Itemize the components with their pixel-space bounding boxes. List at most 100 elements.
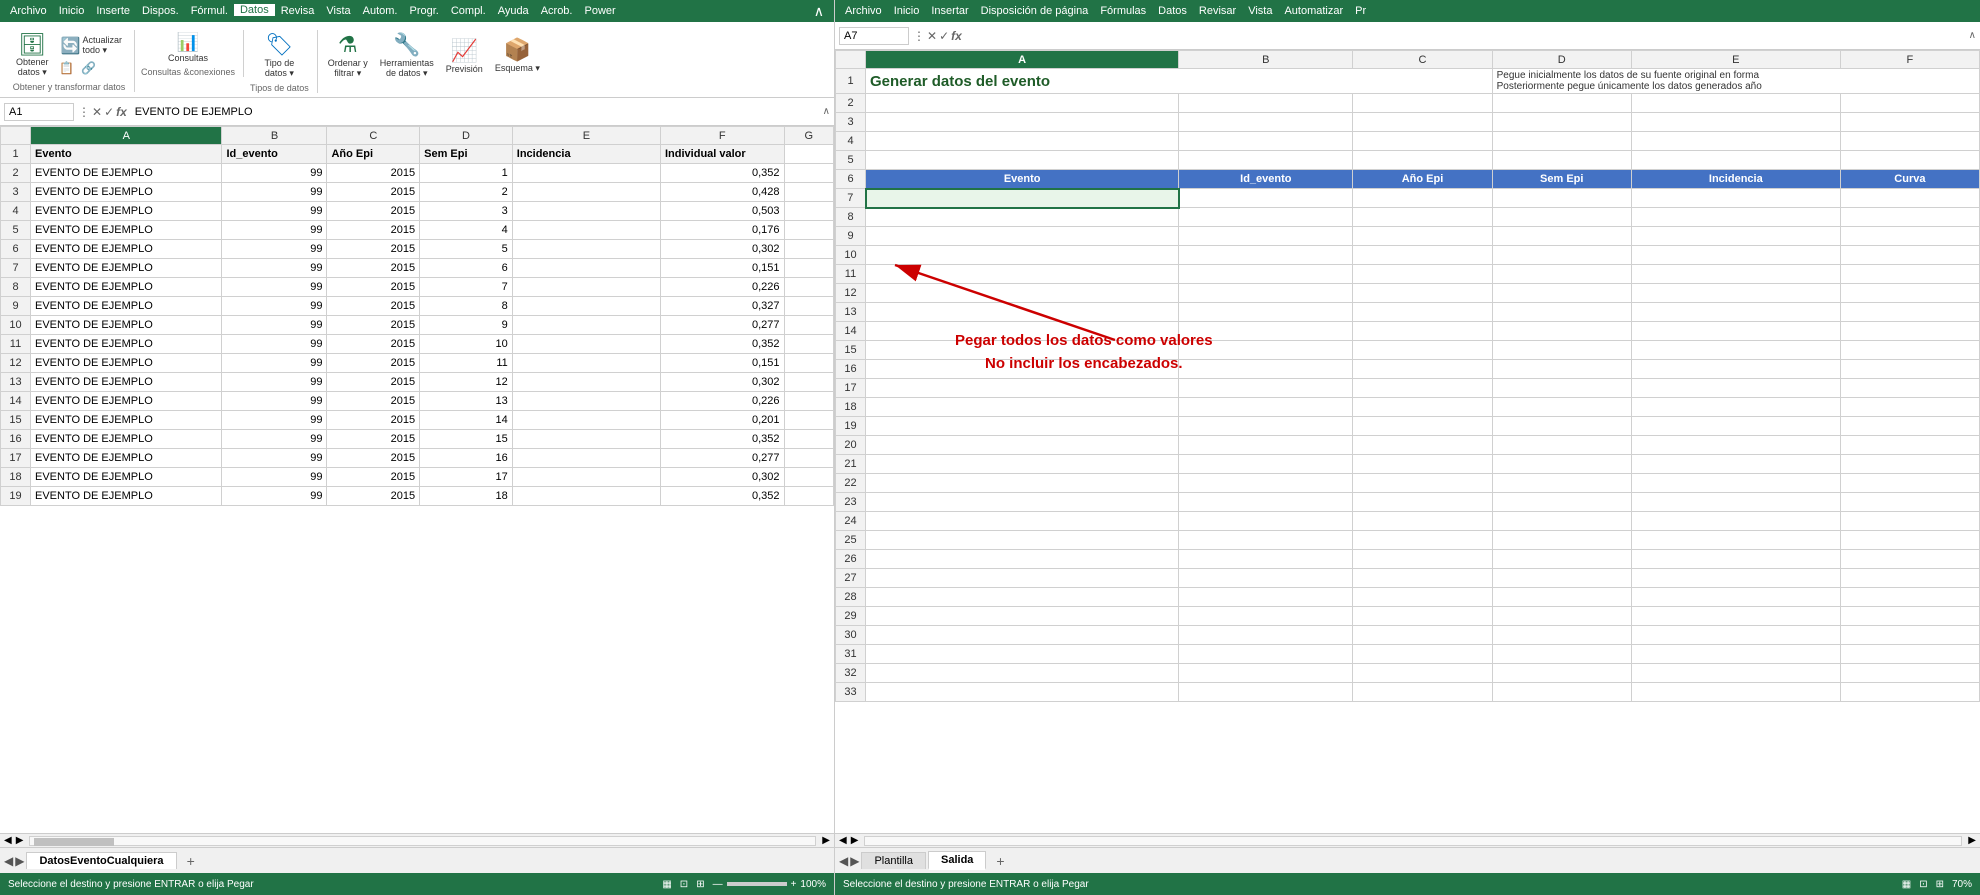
r-cell-27-2[interactable]: [1353, 569, 1492, 588]
left-cell-7-5[interactable]: 0,151: [661, 259, 785, 278]
r-scrollbar-track[interactable]: [864, 836, 1962, 846]
left-cell-3-1[interactable]: 99: [222, 183, 327, 202]
r-cell-15-2[interactable]: [1353, 341, 1492, 360]
r-cell-2-5[interactable]: [1840, 94, 1979, 113]
r-cell-28-5[interactable]: [1840, 588, 1979, 607]
r-cell-33-4[interactable]: [1631, 683, 1840, 702]
r-cell-13-0[interactable]: [866, 303, 1179, 322]
r-col-header-d[interactable]: D: [1492, 51, 1631, 69]
r-cell-10-3[interactable]: [1492, 246, 1631, 265]
left-cell-15-5[interactable]: 0,201: [661, 411, 785, 430]
col-header-f[interactable]: F: [661, 127, 785, 145]
left-cell-19-5[interactable]: 0,352: [661, 487, 785, 506]
left-cell-10-2[interactable]: 2015: [327, 316, 420, 335]
scroll-right-btn[interactable]: ▶: [818, 835, 834, 846]
r-cell-17-0[interactable]: [866, 379, 1179, 398]
r-cell-9-0[interactable]: [866, 227, 1179, 246]
r-cell-20-5[interactable]: [1840, 436, 1979, 455]
r-cell-11-0[interactable]: [866, 265, 1179, 284]
r-menu-formulas[interactable]: Fórmulas: [1094, 5, 1152, 17]
r-cell-21-5[interactable]: [1840, 455, 1979, 474]
r-cell-23-0[interactable]: [866, 493, 1179, 512]
left-cell-5-1[interactable]: 99: [222, 221, 327, 240]
r-cell-15-4[interactable]: [1631, 341, 1840, 360]
r-cell-17-5[interactable]: [1840, 379, 1979, 398]
col-header-c[interactable]: C: [327, 127, 420, 145]
left-cell-14-3[interactable]: 13: [420, 392, 513, 411]
r-cell-10-2[interactable]: [1353, 246, 1492, 265]
r-cell-15-1[interactable]: [1179, 341, 1353, 360]
r-cell-5-4[interactable]: [1631, 151, 1840, 170]
r-cell-12-2[interactable]: [1353, 284, 1492, 303]
r-cell-26-5[interactable]: [1840, 550, 1979, 569]
nav-prev-btn[interactable]: ◀: [4, 835, 12, 846]
r-cell-32-2[interactable]: [1353, 664, 1492, 683]
r-menu-dispos[interactable]: Disposición de página: [975, 5, 1095, 17]
left-cell-8-4[interactable]: [512, 278, 660, 297]
r-cell-13-3[interactable]: [1492, 303, 1631, 322]
left-cell-2-2[interactable]: 2015: [327, 164, 420, 183]
left-cell-16-3[interactable]: 15: [420, 430, 513, 449]
left-cell-19-1[interactable]: 99: [222, 487, 327, 506]
left-cell-12-1[interactable]: 99: [222, 354, 327, 373]
r-cell-18-1[interactable]: [1179, 398, 1353, 417]
r-nav-sheet-prev[interactable]: ◀: [839, 854, 848, 868]
r-cell-32-0[interactable]: [866, 664, 1179, 683]
r-cell-16-1[interactable]: [1179, 360, 1353, 379]
left-cell-13-4[interactable]: [512, 373, 660, 392]
r-cell-16-2[interactable]: [1353, 360, 1492, 379]
r-cell-31-2[interactable]: [1353, 645, 1492, 664]
r-cell-29-3[interactable]: [1492, 607, 1631, 626]
menu-datos[interactable]: Datos: [234, 4, 275, 18]
left-cell-11-4[interactable]: [512, 335, 660, 354]
r-sheet-tab-add-btn[interactable]: +: [988, 851, 1012, 871]
r-cell-14-4[interactable]: [1631, 322, 1840, 341]
left-cell-5-3[interactable]: 4: [420, 221, 513, 240]
left-cell-13-3[interactable]: 12: [420, 373, 513, 392]
menu-revisa[interactable]: Revisa: [275, 5, 321, 17]
menu-inicio[interactable]: Inicio: [53, 5, 91, 17]
r-menu-datos[interactable]: Datos: [1152, 5, 1193, 17]
r-cell-7-0[interactable]: [866, 189, 1179, 208]
r-cell-27-3[interactable]: [1492, 569, 1631, 588]
r-cell-33-1[interactable]: [1179, 683, 1353, 702]
menu-progr[interactable]: Progr.: [403, 5, 444, 17]
left-cell-5-4[interactable]: [512, 221, 660, 240]
left-cell-3-5[interactable]: 0,428: [661, 183, 785, 202]
r-cell-26-4[interactable]: [1631, 550, 1840, 569]
r-cell-11-5[interactable]: [1840, 265, 1979, 284]
left-cell-19-4[interactable]: [512, 487, 660, 506]
menu-power[interactable]: Power: [578, 5, 621, 17]
r-cell-23-5[interactable]: [1840, 493, 1979, 512]
r-cell-17-1[interactable]: [1179, 379, 1353, 398]
left-hscroll[interactable]: ◀ ▶ ▶: [0, 833, 834, 847]
ordenar-filtrar-btn[interactable]: ⚗ Ordenar yfiltrar ▾: [324, 30, 372, 81]
left-cell-11-5[interactable]: 0,352: [661, 335, 785, 354]
r-cell-25-3[interactable]: [1492, 531, 1631, 550]
r-cell-9-2[interactable]: [1353, 227, 1492, 246]
r-nav-prev-btn[interactable]: ◀: [839, 835, 847, 846]
r-cell-2-0[interactable]: [866, 94, 1179, 113]
left-cell-10-1[interactable]: 99: [222, 316, 327, 335]
r-cell-3-3[interactable]: [1492, 113, 1631, 132]
r-cell-24-0[interactable]: [866, 512, 1179, 531]
r-cell-25-4[interactable]: [1631, 531, 1840, 550]
r-cell-24-5[interactable]: [1840, 512, 1979, 531]
right-cell-ref[interactable]: A7: [839, 27, 909, 45]
left-cell-15-1[interactable]: 99: [222, 411, 327, 430]
r-nav-sheet-next[interactable]: ▶: [850, 854, 859, 868]
r-cell-28-0[interactable]: [866, 588, 1179, 607]
menu-inserte[interactable]: Inserte: [90, 5, 136, 17]
obtener-datos-btn[interactable]: 🗄 Obtenerdatos ▾: [12, 30, 53, 80]
left-cell-7-0[interactable]: EVENTO DE EJEMPLO: [31, 259, 222, 278]
r-cell-33-2[interactable]: [1353, 683, 1492, 702]
r-cell-9-4[interactable]: [1631, 227, 1840, 246]
r-cell-20-4[interactable]: [1631, 436, 1840, 455]
r-cell-23-3[interactable]: [1492, 493, 1631, 512]
r-cell-31-0[interactable]: [866, 645, 1179, 664]
scrollbar-track[interactable]: [29, 836, 816, 846]
left-cell-17-5[interactable]: 0,277: [661, 449, 785, 468]
menu-formul[interactable]: Fórmul.: [185, 5, 234, 17]
r-cell-14-3[interactable]: [1492, 322, 1631, 341]
r-cell-21-1[interactable]: [1179, 455, 1353, 474]
